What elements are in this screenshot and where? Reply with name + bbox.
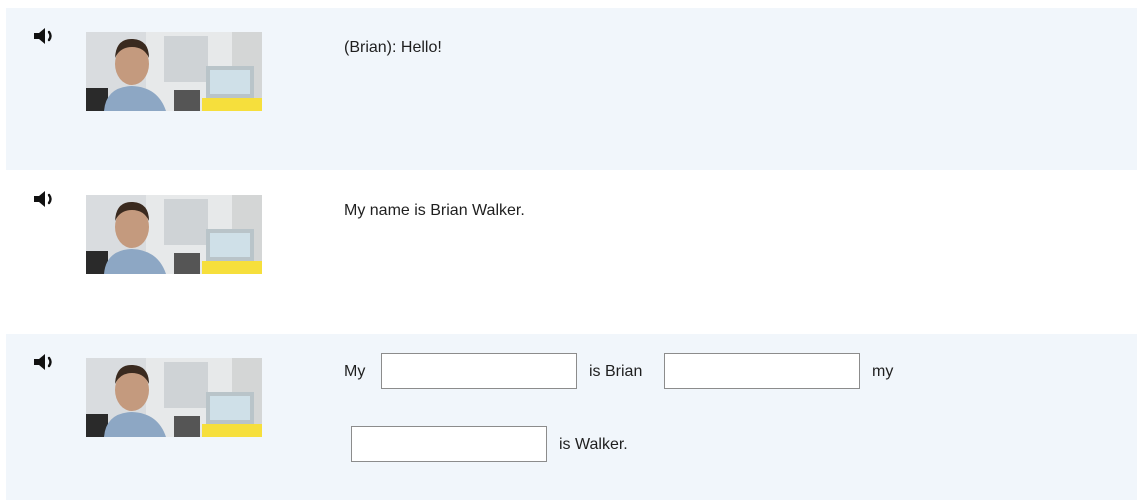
brian-photo (86, 358, 262, 437)
blank-input-1[interactable] (381, 353, 577, 389)
blank-input-2[interactable] (664, 353, 860, 389)
speaker-icon[interactable] (32, 26, 58, 46)
exercise-page: (Brian): Hello! My name is Brian Walker.… (0, 0, 1137, 500)
dialogue-line: My name is Brian Walker. (344, 202, 525, 219)
brian-photo (86, 32, 262, 111)
dialogue-line: (Brian): Hello! (344, 39, 442, 56)
cloze-word-is-walker: is Walker. (559, 436, 628, 453)
cloze-word-my-2: my (872, 363, 894, 380)
speaker-icon[interactable] (32, 189, 58, 209)
cloze-word-is-brian: is Brian (589, 363, 643, 380)
dialogue-row-2: My name is Brian Walker. (6, 171, 1137, 333)
dialogue-row-1: (Brian): Hello! (6, 8, 1137, 170)
blank-input-3[interactable] (351, 426, 547, 462)
dialogue-row-3: My is Brian my is Walker. (6, 334, 1137, 500)
speaker-icon[interactable] (32, 352, 58, 372)
brian-photo (86, 195, 262, 274)
cloze-word-my: My (344, 363, 366, 380)
